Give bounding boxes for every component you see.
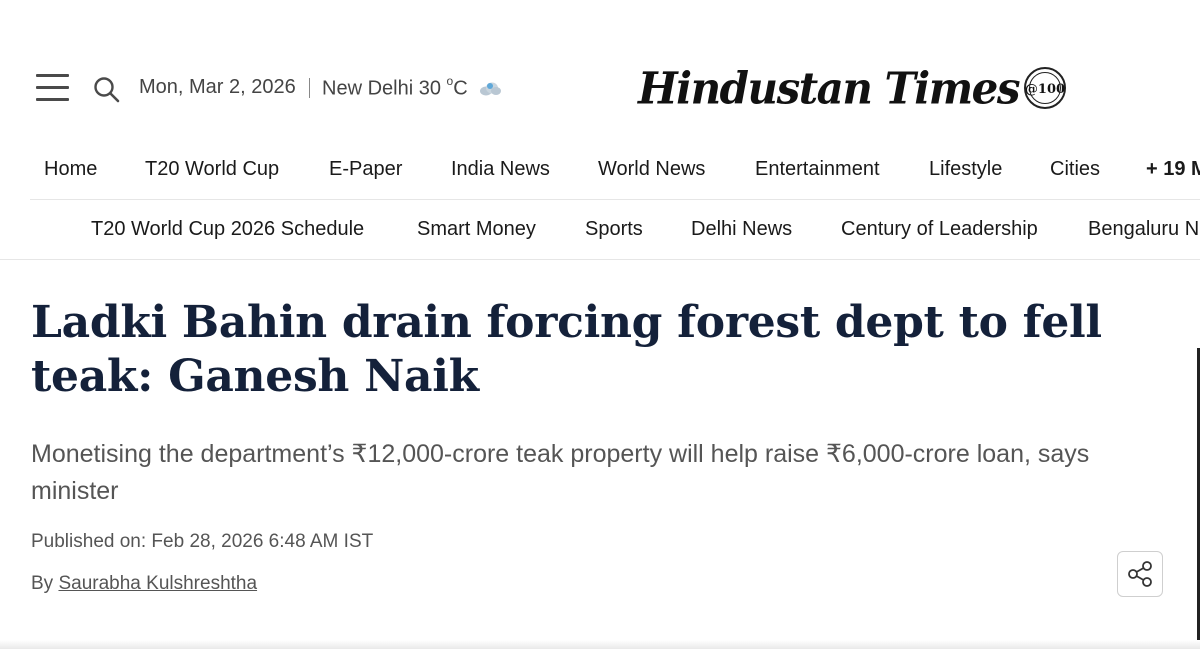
primary-nav: Home T20 World Cup E-Paper India News Wo…: [0, 150, 1200, 190]
published-timestamp: Published on: Feb 28, 2026 6:48 AM IST: [31, 531, 374, 552]
cloud-icon: [480, 82, 501, 96]
share-button[interactable]: [1117, 551, 1163, 597]
nav-item-e-paper[interactable]: E-Paper: [329, 158, 402, 181]
nav-item-t20-world-cup[interactable]: T20 World Cup: [145, 158, 279, 181]
share-icon: [1128, 561, 1152, 587]
subnav-item-smart-money[interactable]: Smart Money: [417, 218, 536, 241]
author-link[interactable]: Saurabha Kulshreshtha: [58, 573, 257, 594]
nav-item-home[interactable]: Home: [44, 158, 97, 181]
nav-item-lifestyle[interactable]: Lifestyle: [929, 158, 1002, 181]
subnav-item-sports[interactable]: Sports: [585, 218, 643, 241]
subnav-item-bengaluru-news[interactable]: Bengaluru N: [1088, 218, 1199, 241]
logo-badge-icon: @100: [1024, 67, 1067, 109]
nav-item-more[interactable]: + 19 M: [1146, 158, 1200, 181]
byline-prefix: By: [31, 573, 54, 594]
bottom-shadow: [0, 640, 1200, 649]
header-divider: [309, 78, 310, 98]
top-bar: Mon, Mar 2, 2026 New Delhi 30 oC Hindust…: [0, 0, 1200, 140]
nav-item-world-news[interactable]: World News: [598, 158, 705, 181]
nav-item-entertainment[interactable]: Entertainment: [755, 158, 880, 181]
byline: By Saurabha Kulshreshtha: [31, 573, 257, 595]
secondary-nav: T20 World Cup 2026 Schedule Smart Money …: [0, 210, 1200, 250]
nav-item-india-news[interactable]: India News: [451, 158, 550, 181]
current-date: Mon, Mar 2, 2026: [139, 76, 296, 98]
header-bottom-divider: [0, 259, 1200, 260]
subnav-item-century-of-leadership[interactable]: Century of Leadership: [841, 218, 1038, 241]
nav-item-cities[interactable]: Cities: [1050, 158, 1100, 181]
weather-city-temp: New Delhi 30: [322, 77, 441, 100]
hamburger-menu-icon[interactable]: [36, 74, 70, 102]
logo-wordmark: Hindustan Times: [638, 62, 1021, 114]
weather-readout: New Delhi 30 oC: [322, 74, 468, 101]
subnav-item-t20-schedule[interactable]: T20 World Cup 2026 Schedule: [91, 218, 364, 241]
nav-divider: [30, 199, 1200, 200]
article-headline: Ladki Bahin drain forcing forest dept to…: [31, 297, 1102, 402]
weather-degree: o: [446, 74, 454, 88]
weather-unit: C: [453, 77, 468, 100]
article-subhead: Monetising the department’s ₹12,000-cror…: [31, 440, 1090, 505]
search-icon[interactable]: [93, 76, 121, 104]
subnav-item-delhi-news[interactable]: Delhi News: [691, 218, 792, 241]
logo-badge-text: @100: [1025, 82, 1065, 97]
site-logo[interactable]: Hindustan Times @100: [638, 60, 1067, 116]
